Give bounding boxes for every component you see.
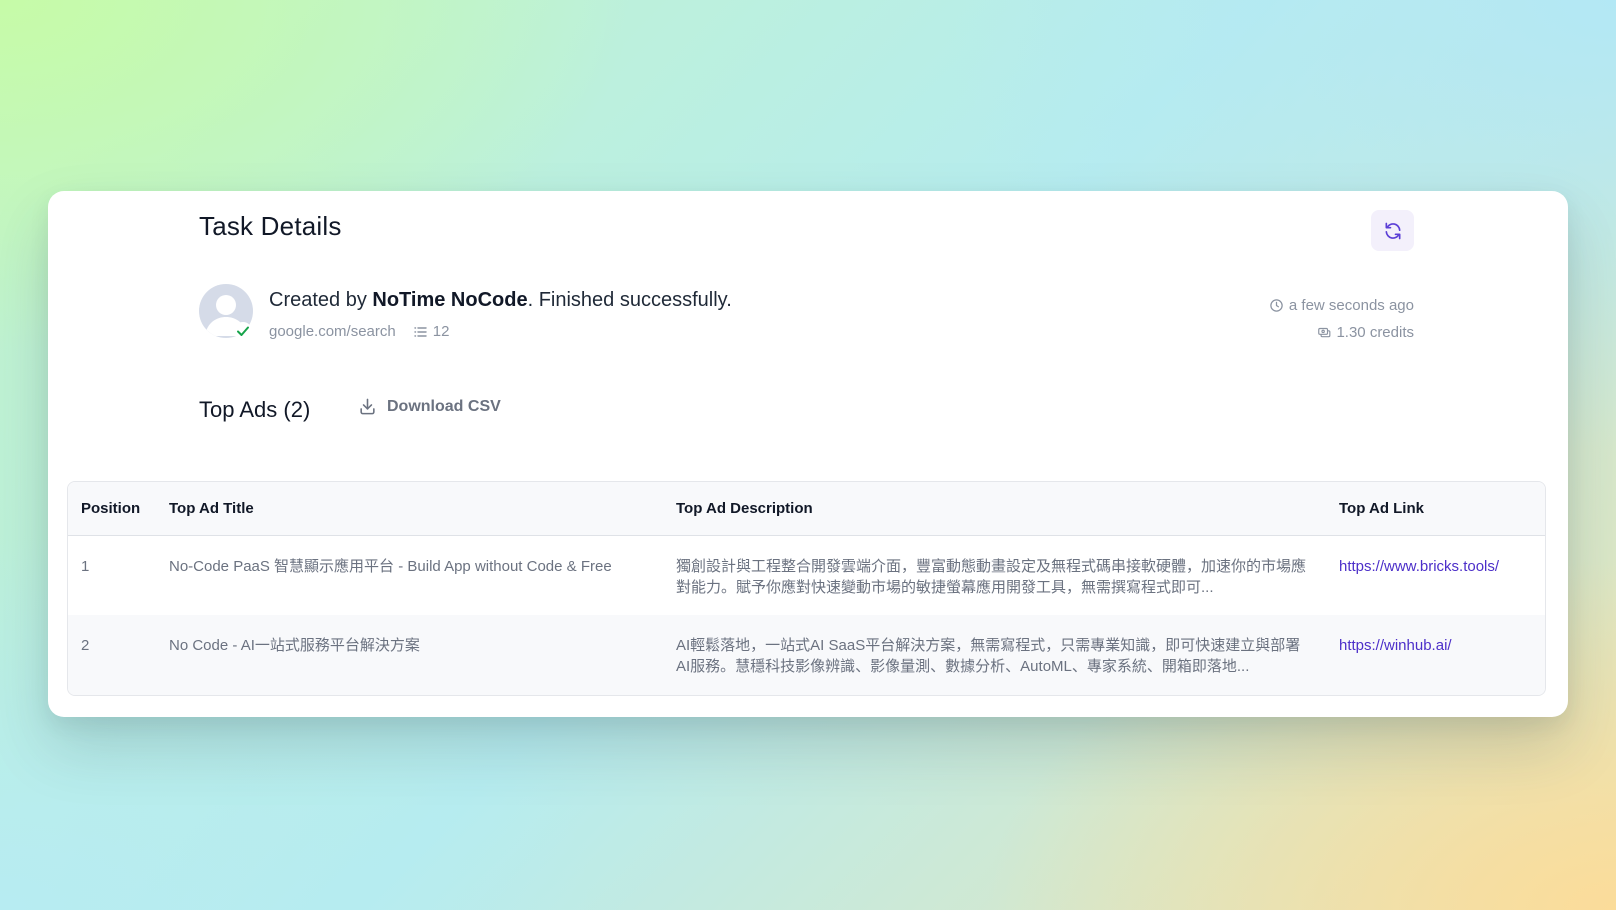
table-row: 1 No-Code PaaS 智慧顯示應用平台 - Build App with… bbox=[68, 535, 1545, 615]
cell-position: 1 bbox=[81, 557, 90, 575]
section-title: Top Ads (2) bbox=[199, 397, 311, 422]
cell-description: 獨創設計與工程整合開發雲端介面，豐富動態動畫設定及無程式碼串接軟硬體，加速你的市… bbox=[663, 535, 1326, 615]
download-csv-button[interactable]: Download CSV bbox=[358, 397, 501, 416]
check-icon bbox=[234, 322, 252, 340]
source-url: google.com/search bbox=[269, 323, 396, 340]
column-header-link[interactable]: Top Ad Link bbox=[1326, 482, 1545, 536]
refresh-icon bbox=[1385, 222, 1400, 239]
cell-title: No Code - AI一站式服務平台解決方案 bbox=[169, 637, 420, 654]
result-count: 12 bbox=[414, 323, 450, 340]
column-header-title[interactable]: Top Ad Title bbox=[156, 482, 663, 536]
task-meta: google.com/search 12 bbox=[269, 323, 449, 340]
task-details-card: Task Details Created by NoTime NoCode. F… bbox=[48, 191, 1568, 717]
cell-link: https://winhub.ai/ bbox=[1326, 615, 1545, 695]
coins-icon bbox=[1318, 327, 1331, 338]
download-icon bbox=[360, 398, 375, 415]
column-header-description[interactable]: Top Ad Description bbox=[663, 482, 1326, 536]
refresh-button[interactable] bbox=[1371, 210, 1414, 251]
cell-description: AI輕鬆落地，一站式AI SaaS平台解決方案，無需寫程式，只需專業知識，即可快… bbox=[663, 615, 1326, 695]
time-ago-text: a few seconds ago bbox=[1288, 296, 1414, 314]
result-count-value: 12 bbox=[432, 323, 450, 340]
top-ads-table: Position Top Ad Title Top Ad Description… bbox=[67, 481, 1546, 696]
time-ago: a few seconds ago bbox=[1269, 295, 1414, 315]
credits-text: 1.30 credits bbox=[1336, 323, 1414, 341]
download-csv-label: Download CSV bbox=[387, 397, 501, 415]
ad-link[interactable]: https://www.bricks.tools/ bbox=[1339, 558, 1499, 575]
credits: 1.30 credits bbox=[1269, 322, 1414, 342]
ad-link[interactable]: https://winhub.ai/ bbox=[1339, 637, 1452, 654]
cell-title: No-Code PaaS 智慧顯示應用平台 - Build App withou… bbox=[169, 557, 612, 575]
column-header-position[interactable]: Position bbox=[68, 482, 156, 536]
cell-link: https://www.bricks.tools/ bbox=[1326, 535, 1545, 615]
created-by-line: Created by NoTime NoCode. Finished succe… bbox=[269, 289, 732, 312]
cell-position: 2 bbox=[81, 637, 90, 654]
created-prefix: Created by bbox=[269, 289, 373, 311]
clock-icon bbox=[1270, 298, 1283, 312]
status-text: . Finished successfully. bbox=[527, 289, 732, 311]
table-header-row: Position Top Ad Title Top Ad Description… bbox=[68, 482, 1545, 536]
description-text: AI輕鬆落地，一站式AI SaaS平台解決方案，無需寫程式，只需專業知識，即可快… bbox=[676, 637, 1301, 675]
creator-name[interactable]: NoTime NoCode bbox=[372, 289, 527, 311]
page-title: Task Details bbox=[199, 211, 342, 241]
table-row: 2 No Code - AI一站式服務平台解決方案 AI輕鬆落地，一站式AI S… bbox=[68, 615, 1545, 695]
list-icon bbox=[414, 326, 427, 337]
description-text: 獨創設計與工程整合開發雲端介面，豐富動態動畫設定及無程式碼串接軟硬體，加速你的市… bbox=[676, 557, 1307, 596]
task-stats: a few seconds ago 1.30 credits bbox=[1269, 295, 1414, 349]
